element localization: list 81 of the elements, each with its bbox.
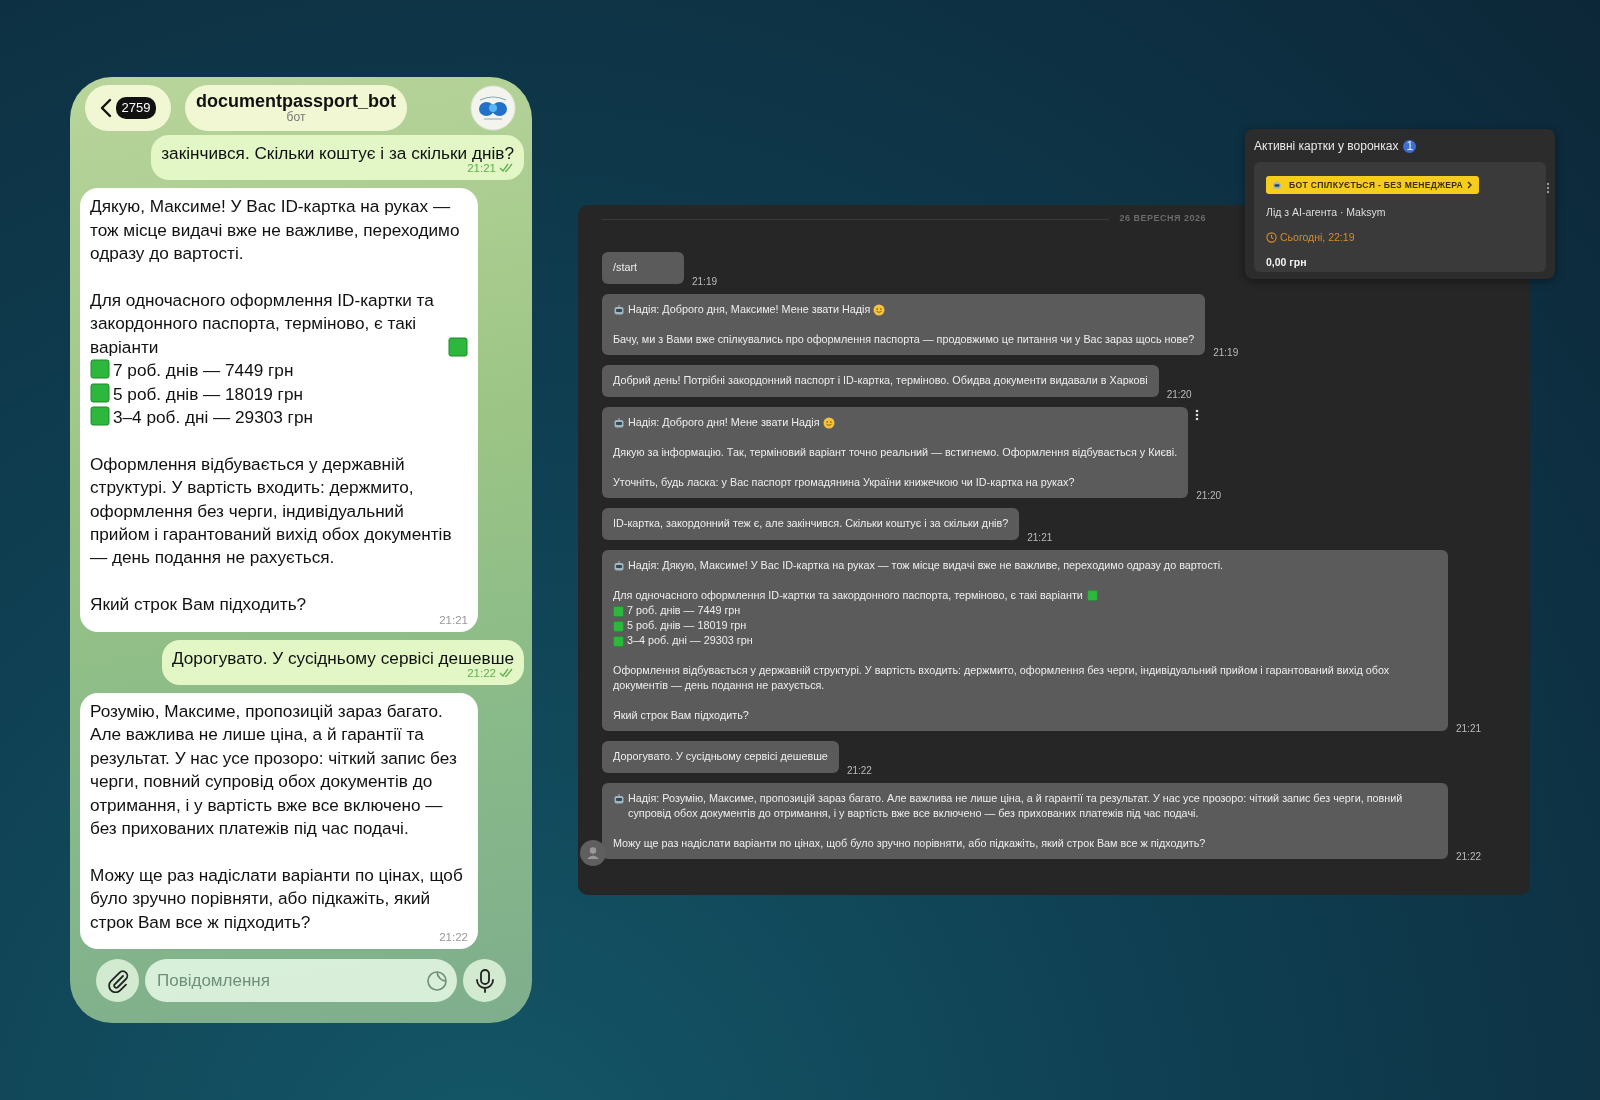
- message-text: Дорогувато. У сусідньому сервісі дешевше: [613, 750, 828, 762]
- double-check-icon: [499, 668, 514, 679]
- square-emoji-icon: [1086, 590, 1098, 601]
- message-text: Який строк Вам підходить?: [613, 709, 749, 721]
- status-tag[interactable]: БОТ СПІЛКУЄТЬСЯ - БЕЗ МЕНЕДЖЕРА: [1266, 175, 1480, 195]
- lead-source-text: Лід з AI-агента · Maksym: [1266, 205, 1387, 220]
- message-text: Який строк Вам підходить?: [90, 594, 307, 615]
- robot-icon: [613, 560, 625, 572]
- count-badge: 1: [1403, 139, 1417, 153]
- chat-title-pill[interactable]: documentpassport_bot бот: [185, 85, 407, 131]
- unread-count-badge: 2759: [115, 97, 157, 119]
- message-text: Дякую за інформацію. Так, терміновий варіант точно реальний — встигнемо. Оформлення відбувається у Києві.: [613, 446, 1178, 458]
- robot-icon: [613, 793, 625, 805]
- paperclip-icon: [105, 968, 130, 993]
- message-text: /start: [613, 261, 637, 273]
- chevron-right-icon: [1467, 181, 1474, 189]
- message-input-field[interactable]: Повідомлення: [145, 959, 457, 1003]
- message-time: 21:21: [439, 613, 468, 626]
- message-text: Дорогувато. У сусідньому сервісі дешевше: [171, 647, 514, 668]
- message-text: Можу ще раз надіслати варіанти по цінах, щоб було зручно порівняти, або підкажіть, який строк Вам все ж підходить?: [613, 837, 1206, 849]
- message-text: Оформлення відбувається у державній структурі. У вартість входить: держмито, оформлення без черги, індивідуальний прийом і гарантований вихід обох документів — день подання не рахується.: [613, 664, 1390, 691]
- message-text: Надія: Доброго дня, Максиме! Мене звати Надія: [628, 302, 871, 317]
- message-time: 21:22: [846, 764, 872, 778]
- message-text: Дякую, Максиме! У Вас ID-картка на руках — тож місце видачі вже не важливе, переходимо одразу до вартості.: [90, 196, 460, 264]
- square-emoji-icon: [613, 606, 624, 617]
- square-emoji-icon: [448, 337, 468, 358]
- microphone-button[interactable]: [463, 959, 506, 1003]
- back-button[interactable]: 2759: [85, 85, 171, 131]
- message-text: 7 роб. днів — 7449 грн: [113, 360, 294, 381]
- double-check-icon: [499, 163, 514, 174]
- message-text: Добрий день! Потрібні закордонний паспорт і ID-картка, терміново. Обидва документи видавали в Харкові: [613, 374, 1148, 386]
- square-emoji-icon: [90, 359, 110, 380]
- more-options-icon: [1546, 182, 1550, 194]
- message-text: Уточніть, будь ласка: у Вас паспорт громадянина України книжечкою чи ID-картка на руках?: [613, 476, 1075, 488]
- due-time: Сьогодні, 22:19: [1280, 229, 1355, 245]
- bot-label: бот: [286, 111, 306, 125]
- square-emoji-icon: [90, 406, 110, 427]
- bot-name: documentpassport_bot: [196, 91, 396, 112]
- smiling-face-icon: [873, 304, 886, 316]
- message-time: 21:22: [439, 931, 468, 944]
- message-text: Розумію, Максиме, пропозицій зараз багато. Але важлива не лише ціна, а й гарантії та результат. У нас усе прозоро: чіткий запис без черги, повний супровід обох документів до отримання, і у вартість вже все включено — без прихованих платежів під час подачі.: [90, 701, 457, 839]
- message-text: 5 роб. днів — 18019 грн: [627, 619, 747, 631]
- microphone-icon: [473, 967, 496, 994]
- square-emoji-icon: [90, 382, 110, 403]
- message-text: Надія: Розумію, Максиме, пропозицій зараз багато. Але важлива не лише ціна, а й гарантії та результат. У нас усе прозоро: чіткий запис без черги, повний супровід обох документів до отримання, і у вартість вже все включено — без прихованих платежів під час подачі.: [628, 791, 1404, 821]
- amount-text: 0,00 грн: [1266, 254, 1308, 270]
- message-time: 21:19: [692, 275, 718, 289]
- message-text: 3–4 роб. дні — 29303 грн: [113, 407, 313, 428]
- message-time: 21:21: [1456, 722, 1482, 736]
- message-text: Для одночасного оформлення ID-картки та закордонного паспорта, терміново, є такі варіанти: [90, 289, 435, 359]
- panel-title: Активні картки у воронках: [1254, 138, 1399, 155]
- message-text: 3–4 роб. дні — 29303 грн: [627, 634, 753, 646]
- message-text: 7 роб. днів — 7449 грн: [627, 604, 741, 616]
- message-text: закінчився. Скільки коштує і за скільки днів?: [161, 143, 514, 163]
- message-time: 21:20: [1166, 388, 1192, 402]
- message-text: 5 роб. днів — 18019 грн: [113, 383, 303, 404]
- sticker-icon: [426, 970, 448, 993]
- message-time: 21:20: [1196, 489, 1222, 503]
- bot-avatar-icon: [470, 85, 516, 131]
- attach-button[interactable]: [96, 959, 139, 1003]
- message-text: Надія: Дякую, Максиме! У Вас ID-картка на руках — тож місце видачі вже не важливе, переходимо одразу до вартості.: [628, 558, 1224, 573]
- message-time: 21:21: [1027, 531, 1053, 545]
- message-time: 21:22: [467, 667, 496, 680]
- smiling-face-icon: [822, 417, 835, 429]
- robot-icon: [613, 417, 625, 429]
- square-emoji-icon: [613, 621, 624, 632]
- message-text: Для одночасного оформлення ID-картки та закордонного паспорта, терміново, є такі варіанти: [613, 588, 1083, 603]
- back-chevron-icon: [99, 98, 112, 118]
- message-text: Надія: Доброго дня! Мене звати Надія: [628, 415, 820, 430]
- robot-icon: [1272, 180, 1282, 190]
- message-text: Бачу, ми з Вами вже спілкувались про оформлення паспорта — продовжимо це питання чи у Вас зараз щось нове?: [613, 333, 1195, 345]
- message-time: 21:21: [467, 162, 496, 175]
- message-time: 21:22: [1456, 850, 1482, 864]
- message-text: Оформлення відбувається у державній структурі. У вартість входить: держмито, оформлення без черги, індивідуальний прийом і гарантований вихід обох документів — день подання не рахується.: [90, 453, 452, 568]
- message-text: ID-картка, закордонний теж є, але закінчився. Скільки коштує і за скільки днів?: [613, 517, 1009, 529]
- date-label: 26 ВЕРЕСНЯ 2026: [1119, 212, 1206, 226]
- square-emoji-icon: [613, 636, 624, 647]
- clock-icon: [1266, 232, 1277, 244]
- robot-icon: [613, 304, 625, 316]
- message-time: 21:19: [1213, 346, 1239, 360]
- message-text: Можу ще раз надіслати варіанти по цінах, щоб було зручно порівняти, або підкажіть, який строк Вам все ж підходить?: [90, 864, 463, 932]
